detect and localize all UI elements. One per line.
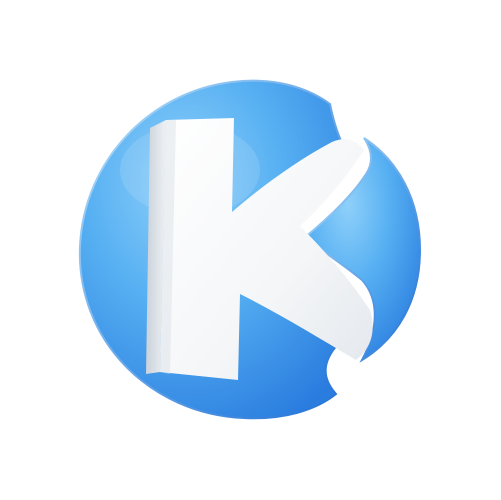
k-logo-icon xyxy=(78,79,422,420)
logo-canvas xyxy=(0,0,501,500)
